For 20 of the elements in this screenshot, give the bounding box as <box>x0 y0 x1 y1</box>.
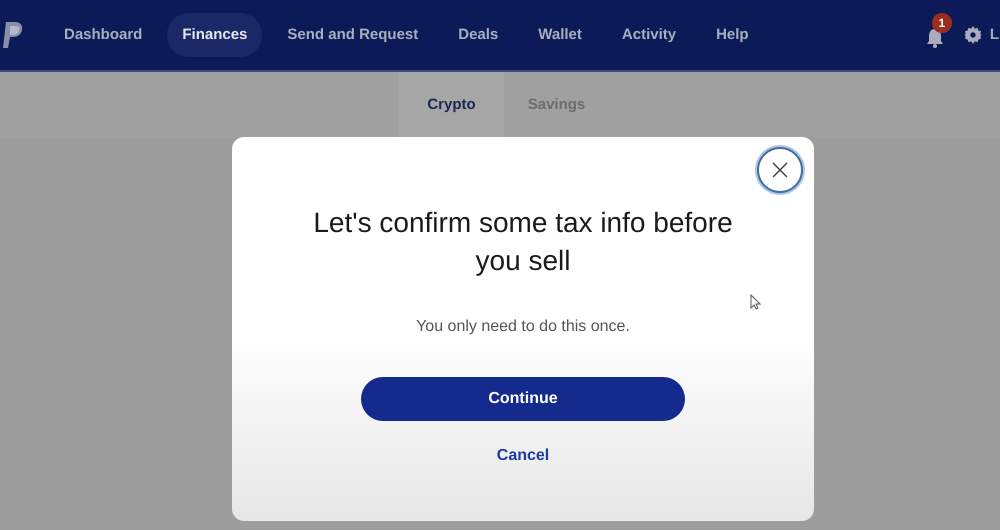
logo-icon[interactable] <box>2 20 24 50</box>
bell-icon[interactable] <box>926 28 944 48</box>
user-menu[interactable]: L <box>990 24 999 46</box>
dialog-message: You only need to do this once. <box>416 317 630 337</box>
continue-button[interactable]: Continue <box>361 377 685 421</box>
close-button[interactable] <box>757 147 803 193</box>
nav-tab[interactable]: Deals <box>443 13 514 57</box>
nav-tab[interactable]: Dashboard <box>49 13 158 57</box>
dialog-title: Let's confirm some tax info before you sell <box>312 206 734 278</box>
close-icon <box>772 162 788 178</box>
nav-tab[interactable]: Finances <box>167 13 262 57</box>
nav-tab[interactable]: Send and Request <box>272 13 434 57</box>
cancel-link[interactable]: Cancel <box>496 444 550 468</box>
settings-icon[interactable] <box>964 26 982 44</box>
sub-tab[interactable]: Crypto <box>399 72 504 138</box>
nav-tab[interactable]: Activity <box>606 13 692 57</box>
cursor-icon <box>750 294 761 310</box>
nav-tab[interactable]: Help <box>701 13 764 57</box>
nav-tab[interactable]: Wallet <box>523 13 597 57</box>
notification-badge: 1 <box>932 13 952 33</box>
